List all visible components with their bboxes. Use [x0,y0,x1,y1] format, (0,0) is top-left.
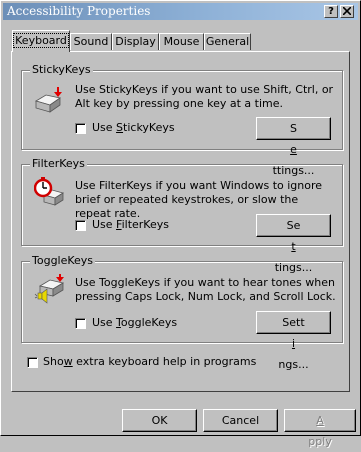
toggle-settings-accelerator: i [291,337,296,350]
sticky-keys-icon [35,87,62,113]
togglekeys-description: Use ToggleKeys if you want to hear tones… [75,276,336,303]
use-togglekeys-checkbox[interactable] [75,318,86,329]
filter-settings-pre: Se [286,219,301,232]
filterkeys-group-title: FilterKeys [30,157,87,170]
window-title: Accessibility Properties [7,4,151,18]
filter-settings-accelerator: t [291,240,296,253]
close-icon [342,6,352,16]
ok-button[interactable]: OK [122,409,197,432]
toggle-settings-post: ngs... [278,358,309,371]
filter-keys-stopwatch-icon [34,177,64,206]
use-stickykeys-label-post: tickyKeys [123,121,175,134]
togglekeys-group: ToggleKeys Use ToggleKeys if you want to… [21,254,343,371]
use-stickykeys-checkbox[interactable] [75,123,86,134]
apply-label-post: pply [308,435,332,448]
stickykeys-settings-button[interactable]: Se ttings... [256,117,331,177]
tab-sound[interactable]: Sound [70,33,112,50]
use-filterkeys-label-post: ilterKeys [121,218,169,231]
stickykeys-group: StickyKeys Use StickyKeys if you want to… [21,63,343,177]
show-extra-keyboard-help-label[interactable]: Show extra keyboard help in programs [43,355,256,368]
use-stickykeys-accelerator: S [116,121,124,134]
filterkeys-group: FilterKeys Use FilterKeys if you want Wi… [21,157,343,274]
use-togglekeys-label-post: oggleKeys [120,316,178,329]
sticky-settings-accelerator: e [290,143,297,156]
use-togglekeys-label[interactable]: Use ToggleKeys [92,316,177,329]
use-filterkeys-label[interactable]: Use FilterKeys [92,218,169,231]
apply-accelerator: A [316,414,324,427]
title-bar[interactable]: Accessibility Properties ? [3,3,358,20]
accessibility-properties-dialog: Accessibility Properties ? Keyboard Soun… [0,0,361,448]
toggle-keys-speaker-icon [34,274,65,304]
use-stickykeys-label-pre: Use [92,121,117,134]
help-button[interactable]: ? [324,5,338,18]
tab-keyboard[interactable]: Keyboard [12,30,70,52]
apply-button[interactable]: Apply [284,409,356,448]
close-button[interactable] [340,5,354,18]
extra-help-label-post: extra keyboard help in programs [72,355,257,368]
sticky-settings-pre: S [290,122,297,135]
toggle-settings-pre: Sett [282,316,305,329]
show-extra-keyboard-help-checkbox[interactable] [27,357,38,368]
stickykeys-description: Use StickyKeys if you want to use Shift,… [75,83,334,110]
tab-general[interactable]: General [204,33,251,50]
stickykeys-group-title: StickyKeys [30,63,93,76]
use-filterkeys-label-pre: Use [92,218,117,231]
use-filterkeys-checkbox[interactable] [75,220,86,231]
tab-display[interactable]: Display [112,33,159,50]
cancel-button[interactable]: Cancel [203,409,278,432]
use-stickykeys-label[interactable]: Use StickyKeys [92,121,175,134]
togglekeys-group-title: ToggleKeys [30,254,96,267]
tab-keyboard-label: Keyboard [13,33,69,48]
togglekeys-settings-button[interactable]: Sett i ngs... [256,311,331,371]
tab-mouse[interactable]: Mouse [159,33,204,50]
extra-help-label-pre: Sho [43,355,64,368]
extra-help-accelerator: w [63,355,73,368]
use-togglekeys-label-pre: Use [92,316,117,329]
filterkeys-settings-button[interactable]: Se t tings... [256,214,331,274]
